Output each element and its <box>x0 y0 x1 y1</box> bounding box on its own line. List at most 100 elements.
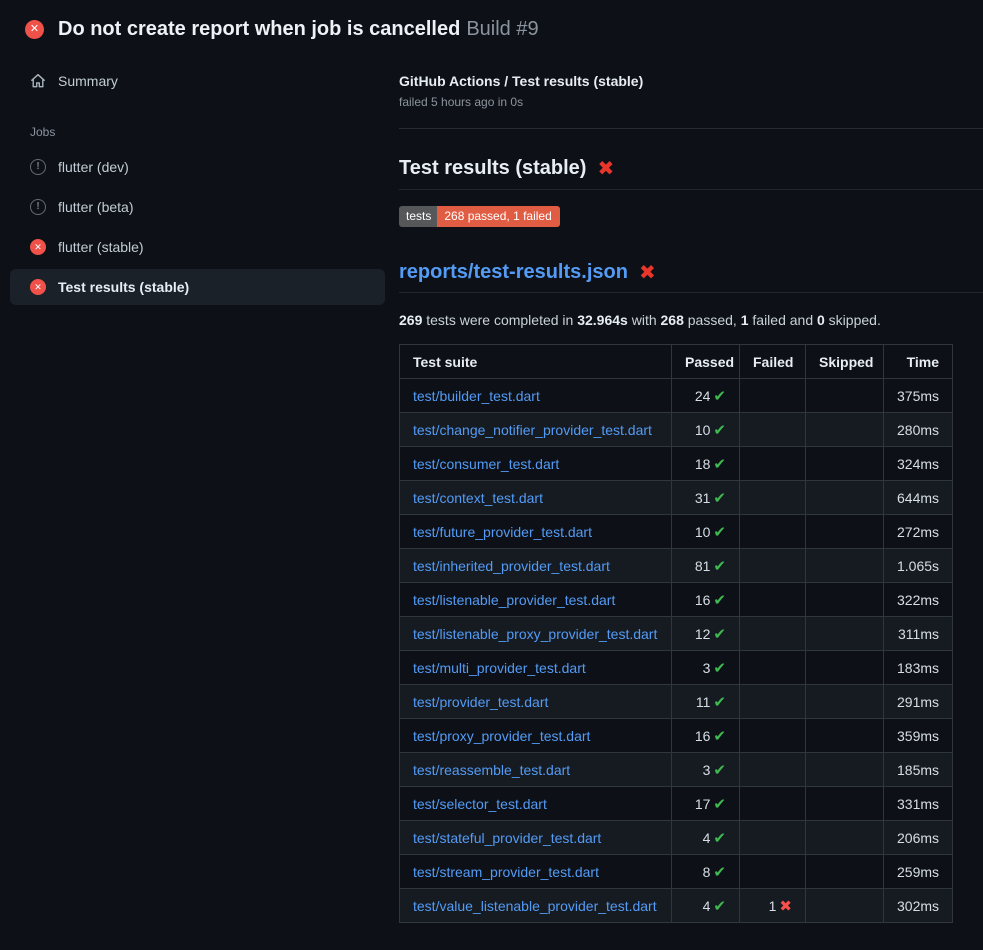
count-value: 18 <box>695 456 711 472</box>
test-suite-link[interactable]: test/selector_test.dart <box>413 796 547 812</box>
table-row: test/builder_test.dart24✔375ms <box>400 379 953 413</box>
time-cell: 302ms <box>884 889 953 923</box>
check-icon: ✔ <box>713 388 726 405</box>
job-label: flutter (beta) <box>58 199 133 215</box>
count-value: 81 <box>695 558 711 574</box>
test-suite-link[interactable]: test/multi_provider_test.dart <box>413 660 586 676</box>
test-suite-link[interactable]: test/listenable_provider_test.dart <box>413 592 615 608</box>
col-header-test-suite: Test suite <box>400 345 672 379</box>
cross-mark-icon: ✖ <box>639 263 656 283</box>
check-icon: ✔ <box>713 694 726 711</box>
test-suite-link[interactable]: test/future_provider_test.dart <box>413 524 592 540</box>
run-title-group: Do not create report when job is cancell… <box>58 18 539 41</box>
test-suite-link[interactable]: test/consumer_test.dart <box>413 456 559 472</box>
time-cell: 206ms <box>884 821 953 855</box>
failed-cell <box>740 685 806 719</box>
tests-badge: tests 268 passed, 1 failed <box>399 206 560 227</box>
summary-segment: failed and <box>749 312 818 328</box>
time-cell: 322ms <box>884 583 953 617</box>
sidebar-item-summary[interactable]: Summary <box>10 63 385 99</box>
suite-cell: test/provider_test.dart <box>400 685 672 719</box>
skipped-cell <box>806 685 884 719</box>
count-value: 12 <box>695 626 711 642</box>
test-suite-link[interactable]: test/proxy_provider_test.dart <box>413 728 590 744</box>
check-icon: ✔ <box>713 422 726 439</box>
test-suite-link[interactable]: test/reassemble_test.dart <box>413 762 570 778</box>
test-suite-link[interactable]: test/change_notifier_provider_test.dart <box>413 422 652 438</box>
suite-cell: test/reassemble_test.dart <box>400 753 672 787</box>
failed-cell <box>740 821 806 855</box>
suite-cell: test/proxy_provider_test.dart <box>400 719 672 753</box>
time-cell: 644ms <box>884 481 953 515</box>
passed-cell: 10✔ <box>672 515 740 549</box>
table-header-row: Test suite Passed Failed Skipped Time <box>400 345 953 379</box>
col-header-skipped: Skipped <box>806 345 884 379</box>
page-layout: Summary Jobs ! flutter (dev) ! flutter (… <box>0 55 983 923</box>
check-icon: ✔ <box>713 626 726 643</box>
failed-cell <box>740 719 806 753</box>
check-icon: ✔ <box>713 864 726 881</box>
test-suite-link[interactable]: test/provider_test.dart <box>413 694 548 710</box>
skipped-cell <box>806 583 884 617</box>
summary-segment: with <box>628 312 661 328</box>
check-icon: ✔ <box>713 524 726 541</box>
skipped-cell <box>806 821 884 855</box>
passed-cell: 3✔ <box>672 651 740 685</box>
table-row: test/reassemble_test.dart3✔185ms <box>400 753 953 787</box>
suite-cell: test/multi_provider_test.dart <box>400 651 672 685</box>
sidebar-job-item[interactable]: ! flutter (dev) <box>10 149 385 185</box>
test-suite-link[interactable]: test/value_listenable_provider_test.dart <box>413 898 657 914</box>
report-title-text: Test results (stable) <box>399 157 586 180</box>
test-suite-link[interactable]: test/listenable_proxy_provider_test.dart <box>413 626 657 642</box>
passed-cell: 16✔ <box>672 583 740 617</box>
cross-mark-icon: ✖ <box>597 159 614 179</box>
passed-cell: 31✔ <box>672 481 740 515</box>
summary-segment: 268 <box>661 312 684 328</box>
count-value: 10 <box>695 524 711 540</box>
test-suite-link[interactable]: test/inherited_provider_test.dart <box>413 558 610 574</box>
failed-cell <box>740 651 806 685</box>
test-suite-link[interactable]: test/stream_provider_test.dart <box>413 864 599 880</box>
failed-cell <box>740 583 806 617</box>
passed-cell: 3✔ <box>672 753 740 787</box>
passed-cell: 24✔ <box>672 379 740 413</box>
check-icon: ✔ <box>713 660 726 677</box>
suite-cell: test/inherited_provider_test.dart <box>400 549 672 583</box>
sidebar-job-item[interactable]: ✕ Test results (stable) <box>10 269 385 305</box>
table-row: test/context_test.dart 31✔ 644ms <box>400 481 953 515</box>
sidebar-jobs-list: ! flutter (dev) ! flutter (beta) ✕ flutt… <box>10 149 385 305</box>
table-row: test/proxy_provider_test.dart16✔359ms <box>400 719 953 753</box>
check-icon: ✔ <box>713 456 726 473</box>
x-circle-icon: ✕ <box>30 239 46 255</box>
passed-cell: 12✔ <box>672 617 740 651</box>
summary-segment: 0 <box>817 312 825 328</box>
failed-cell <box>740 617 806 651</box>
time-cell: 272ms <box>884 515 953 549</box>
failed-cell <box>740 413 806 447</box>
col-header-time: Time <box>884 345 953 379</box>
suite-cell: test/stateful_provider_test.dart <box>400 821 672 855</box>
main-content: GitHub Actions / Test results (stable) f… <box>399 55 983 923</box>
passed-cell: 8✔ <box>672 855 740 889</box>
report-file-heading: reports/test-results.json ✖ <box>399 261 983 293</box>
count-value: 3 <box>703 762 711 778</box>
suite-cell: test/change_notifier_provider_test.dart <box>400 413 672 447</box>
test-suite-link[interactable]: test/builder_test.dart <box>413 388 540 404</box>
check-icon: ✔ <box>713 830 726 847</box>
failed-cell <box>740 549 806 583</box>
sidebar-job-item[interactable]: ✕ flutter (stable) <box>10 229 385 265</box>
skipped-cell <box>806 855 884 889</box>
sidebar-job-item[interactable]: ! flutter (beta) <box>10 189 385 225</box>
test-suite-link[interactable]: test/stateful_provider_test.dart <box>413 830 601 846</box>
x-glyph: ✕ <box>34 283 42 292</box>
suite-cell: test/listenable_proxy_provider_test.dart <box>400 617 672 651</box>
failed-cell: 1✖ <box>740 889 806 923</box>
job-label: flutter (stable) <box>58 239 144 255</box>
passed-cell: 10✔ <box>672 413 740 447</box>
skipped-cell <box>806 481 884 515</box>
run-status-line: failed 5 hours ago in 0s <box>399 95 983 109</box>
report-file-link[interactable]: reports/test-results.json <box>399 261 628 284</box>
count-value: 16 <box>695 728 711 744</box>
suite-cell: test/stream_provider_test.dart <box>400 855 672 889</box>
test-suite-link[interactable]: test/context_test.dart <box>413 490 543 506</box>
